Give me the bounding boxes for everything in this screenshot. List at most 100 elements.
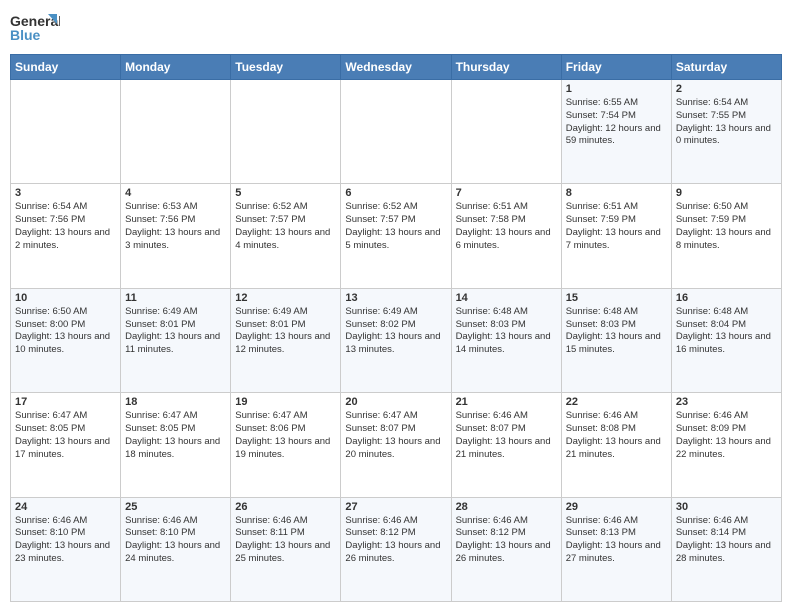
day-info: Daylight: 13 hours and 16 minutes. xyxy=(676,331,777,357)
day-info: Daylight: 13 hours and 12 minutes. xyxy=(235,331,336,357)
calendar-cell: 17Sunrise: 6:47 AMSunset: 8:05 PMDayligh… xyxy=(11,393,121,497)
day-info: Sunrise: 6:46 AM xyxy=(456,410,557,423)
day-info: Sunrise: 6:46 AM xyxy=(125,515,226,528)
calendar-cell: 25Sunrise: 6:46 AMSunset: 8:10 PMDayligh… xyxy=(121,497,231,601)
day-header-sunday: Sunday xyxy=(11,55,121,80)
day-info: Sunrise: 6:54 AM xyxy=(15,201,116,214)
calendar-cell: 18Sunrise: 6:47 AMSunset: 8:05 PMDayligh… xyxy=(121,393,231,497)
day-info: Daylight: 13 hours and 26 minutes. xyxy=(456,540,557,566)
day-info: Sunrise: 6:46 AM xyxy=(676,515,777,528)
calendar-week-4: 17 Sunrise: 6:47 AM Sunset: 8:05 PM Dayligh… xyxy=(11,393,782,497)
calendar-cell xyxy=(11,80,121,184)
logo: GeneralBlue xyxy=(10,10,60,46)
day-number: 16 xyxy=(676,292,777,304)
calendar-week-1: 1Sunrise: 6:55 AMSunset: 7:54 PMDaylight… xyxy=(11,80,782,184)
day-info: Sunset: 7:54 PM xyxy=(566,110,667,123)
day-number: 23 xyxy=(676,396,777,408)
day-number: 22 xyxy=(566,396,667,408)
day-info: Sunset: 7:57 PM xyxy=(235,214,336,227)
calendar-cell xyxy=(451,80,561,184)
day-header-friday: Friday xyxy=(561,55,671,80)
calendar-cell: 10Sunrise: 6:50 AMSunset: 8:00 PMDayligh… xyxy=(11,288,121,392)
calendar-cell: 14Sunrise: 6:48 AMSunset: 8:03 PMDayligh… xyxy=(451,288,561,392)
calendar-cell: 27Sunrise: 6:46 AMSunset: 8:12 PMDayligh… xyxy=(341,497,451,601)
day-info: Daylight: 13 hours and 5 minutes. xyxy=(345,227,446,253)
day-info: Sunset: 8:04 PM xyxy=(676,319,777,332)
day-info: Daylight: 13 hours and 21 minutes. xyxy=(456,436,557,462)
day-header-saturday: Saturday xyxy=(671,55,781,80)
day-info: Daylight: 13 hours and 3 minutes. xyxy=(125,227,226,253)
day-info: Daylight: 13 hours and 8 minutes. xyxy=(676,227,777,253)
day-info: Sunset: 8:10 PM xyxy=(15,527,116,540)
day-number: 17 xyxy=(15,396,116,408)
day-info: Sunset: 8:02 PM xyxy=(345,319,446,332)
day-info: Daylight: 13 hours and 13 minutes. xyxy=(345,331,446,357)
day-info: Sunset: 8:10 PM xyxy=(125,527,226,540)
day-number: 13 xyxy=(345,292,446,304)
calendar-cell: 13Sunrise: 6:49 AMSunset: 8:02 PMDayligh… xyxy=(341,288,451,392)
calendar-week-2: 3Sunrise: 6:54 AMSunset: 7:56 PMDaylight… xyxy=(11,184,782,288)
day-number: 4 xyxy=(125,187,226,199)
day-info: Sunset: 8:07 PM xyxy=(456,423,557,436)
day-info: Daylight: 13 hours and 2 minutes. xyxy=(15,227,116,253)
day-info: Sunrise: 6:48 AM xyxy=(676,306,777,319)
day-info: Daylight: 13 hours and 0 minutes. xyxy=(676,123,777,149)
calendar-cell: 29Sunrise: 6:46 AMSunset: 8:13 PMDayligh… xyxy=(561,497,671,601)
calendar-table: SundayMondayTuesdayWednesdayThursdayFrid… xyxy=(10,54,782,602)
day-number: 27 xyxy=(345,501,446,513)
calendar-cell: 11Sunrise: 6:49 AMSunset: 8:01 PMDayligh… xyxy=(121,288,231,392)
day-info: Daylight: 13 hours and 28 minutes. xyxy=(676,540,777,566)
day-header-monday: Monday xyxy=(121,55,231,80)
day-info: Sunrise: 6:48 AM xyxy=(566,306,667,319)
day-info: Sunrise: 6:49 AM xyxy=(235,306,336,319)
calendar-cell: 9 Sunrise: 6:50 AMSunset: 7:59 PMDaylight… xyxy=(671,184,781,288)
calendar-header-row: SundayMondayTuesdayWednesdayThursdayFrid… xyxy=(11,55,782,80)
calendar-cell: 15Sunrise: 6:48 AMSunset: 8:03 PMDayligh… xyxy=(561,288,671,392)
day-info: Sunrise: 6:47 AM xyxy=(345,410,446,423)
day-info: Sunset: 8:05 PM xyxy=(15,423,116,436)
day-number: 19 xyxy=(235,396,336,408)
calendar-cell: 28Sunrise: 6:46 AMSunset: 8:12 PMDayligh… xyxy=(451,497,561,601)
day-info: Sunrise: 6:50 AM xyxy=(676,201,777,214)
day-number: 24 xyxy=(15,501,116,513)
day-info: Daylight: 12 hours and 59 minutes. xyxy=(566,123,667,149)
day-number: 28 xyxy=(456,501,557,513)
day-info: Daylight: 13 hours and 26 minutes. xyxy=(345,540,446,566)
calendar-cell: 22Sunrise: 6:46 AMSunset: 8:08 PMDayligh… xyxy=(561,393,671,497)
calendar-cell: 6Sunrise: 6:52 AMSunset: 7:57 PMDaylight… xyxy=(341,184,451,288)
day-info: Sunset: 8:12 PM xyxy=(456,527,557,540)
day-info: Daylight: 13 hours and 4 minutes. xyxy=(235,227,336,253)
calendar-week-3: 10Sunrise: 6:50 AMSunset: 8:00 PMDayligh… xyxy=(11,288,782,392)
calendar-cell: 2Sunrise: 6:54 AMSunset: 7:55 PMDaylight… xyxy=(671,80,781,184)
day-info: Sunset: 8:09 PM xyxy=(676,423,777,436)
calendar-cell: 21Sunrise: 6:46 AMSunset: 8:07 PMDayligh… xyxy=(451,393,561,497)
day-number: 15 xyxy=(566,292,667,304)
logo-icon: GeneralBlue xyxy=(10,10,60,46)
calendar-week-5: 24Sunrise: 6:46 AMSunset: 8:10 PMDayligh… xyxy=(11,497,782,601)
day-info: Sunset: 8:07 PM xyxy=(345,423,446,436)
calendar-cell: 20Sunrise: 6:47 AMSunset: 8:07 PMDayligh… xyxy=(341,393,451,497)
day-info: Sunset: 7:59 PM xyxy=(676,214,777,227)
day-info: Daylight: 13 hours and 23 minutes. xyxy=(15,540,116,566)
day-number: 1 xyxy=(566,83,667,95)
day-number: 5 xyxy=(235,187,336,199)
day-number: 9 xyxy=(676,187,777,199)
day-info: Sunset: 8:01 PM xyxy=(125,319,226,332)
calendar-cell: 30Sunrise: 6:46 AMSunset: 8:14 PMDayligh… xyxy=(671,497,781,601)
day-info: Daylight: 13 hours and 7 minutes. xyxy=(566,227,667,253)
calendar-cell: 26Sunrise: 6:46 AMSunset: 8:11 PMDayligh… xyxy=(231,497,341,601)
day-info: Sunrise: 6:50 AM xyxy=(15,306,116,319)
day-info: Sunset: 8:01 PM xyxy=(235,319,336,332)
day-info: Daylight: 13 hours and 18 minutes. xyxy=(125,436,226,462)
day-info: Sunset: 8:08 PM xyxy=(566,423,667,436)
day-info: Daylight: 13 hours and 22 minutes. xyxy=(676,436,777,462)
day-info: Sunrise: 6:46 AM xyxy=(235,515,336,528)
calendar-cell: 12Sunrise: 6:49 AMSunset: 8:01 PMDayligh… xyxy=(231,288,341,392)
svg-text:Blue: Blue xyxy=(10,27,41,43)
day-number: 11 xyxy=(125,292,226,304)
day-info: Sunset: 7:57 PM xyxy=(345,214,446,227)
page: GeneralBlue SundayMondayTuesdayWednesday… xyxy=(0,0,792,612)
day-info: Sunset: 8:03 PM xyxy=(456,319,557,332)
day-info: Sunset: 8:03 PM xyxy=(566,319,667,332)
day-info: Sunset: 7:56 PM xyxy=(15,214,116,227)
